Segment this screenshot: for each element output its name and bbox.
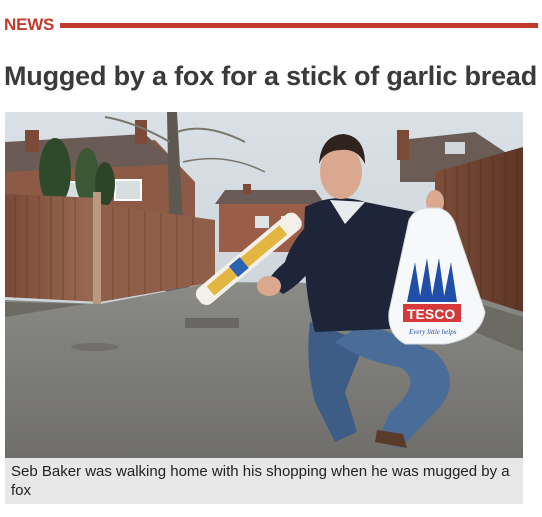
- section-label[interactable]: NEWS: [4, 14, 60, 36]
- article-headline: Mugged by a fox for a stick of garlic br…: [4, 61, 538, 91]
- article-photo: TESCO Every little helps: [5, 112, 523, 458]
- bag-brand-text: TESCO: [407, 306, 455, 322]
- bag-tagline-text: Every little helps: [408, 328, 457, 336]
- photo-caption: Seb Baker was walking home with his shop…: [5, 458, 523, 504]
- section-header: NEWS: [4, 14, 538, 36]
- section-divider: [60, 23, 538, 28]
